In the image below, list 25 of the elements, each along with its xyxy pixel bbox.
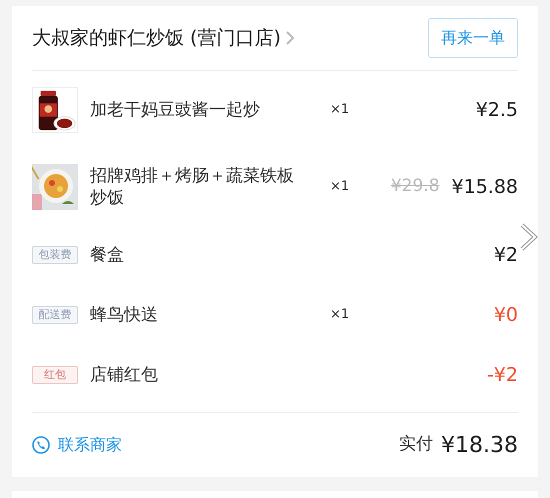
item-name: 招牌鸡排＋烤肠＋蔬菜铁板炒饭: [90, 165, 295, 209]
item-name: 店铺红包: [90, 364, 159, 386]
reorder-button[interactable]: 再来一单: [428, 18, 518, 58]
item-price: -¥2: [486, 362, 518, 388]
paid-amount: ¥18.38: [441, 432, 518, 460]
original-price: ¥29.8: [390, 175, 440, 198]
fee-tag: 配送费: [32, 306, 78, 324]
item-quantity: ×1: [330, 101, 350, 120]
item-price: ¥15.88: [452, 174, 518, 200]
chevron-right-icon: [284, 30, 295, 46]
item-price: ¥2.5: [476, 98, 518, 123]
fee-tag: 包装费: [32, 246, 78, 264]
item-name: 加老干妈豆豉酱一起炒: [90, 99, 261, 121]
item-name: 餐盒: [90, 244, 125, 266]
item-name: 蜂鸟快送: [90, 304, 159, 326]
shop-name[interactable]: 大叔家的虾仁炒饭 (营门口店): [32, 24, 281, 52]
item-price: ¥0: [494, 302, 518, 328]
phone-icon: [32, 436, 50, 454]
chevron-right-icon[interactable]: [518, 222, 540, 252]
item-quantity: ×1: [330, 178, 350, 196]
item-price: ¥2: [494, 242, 518, 268]
contact-merchant-link[interactable]: 联系商家: [32, 433, 122, 457]
item-quantity: ×1: [330, 306, 350, 324]
fee-tag: 红包: [32, 366, 78, 384]
paid-label: 实付: [399, 433, 434, 456]
